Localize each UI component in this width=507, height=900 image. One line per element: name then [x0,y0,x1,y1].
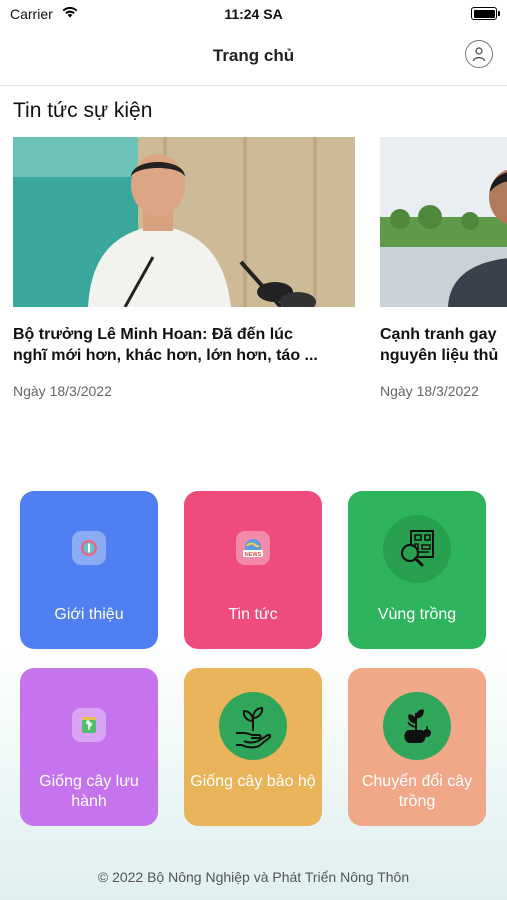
tile-tin-tuc[interactable]: NEWS Tin tức [184,491,322,649]
tile-label: Chuyển đổi cây trồng [361,773,473,810]
news-card[interactable]: Bộ trưởng Lê Minh Hoan: Đã đến lúc nghĩ … [13,137,355,399]
news-title: Bộ trưởng Lê Minh Hoan: Đã đến lúc nghĩ … [13,326,318,364]
tile-chuyen-doi-cay-trong[interactable]: Chuyển đổi cây trồng [348,668,486,826]
news-card[interactable]: Cạnh tranh gay nguyên liệu thủ Ngày 18/3… [380,137,507,399]
page-title: Trang chủ [212,46,295,65]
news-section-title: Tin tức sự kiện [13,99,153,122]
news-image [13,137,355,307]
tile-gioi-thieu[interactable]: Giới thiệu [20,491,158,649]
news-date: Ngày 18/3/2022 [380,383,479,399]
info-icon [72,531,106,565]
user-icon [472,47,486,62]
profile-button[interactable] [465,40,493,68]
plant-hand-icon [219,692,287,760]
tile-giong-cay-luu-hanh[interactable]: Giống cây lưu hành [20,668,158,826]
tile-label: Tin tức [228,606,278,623]
news-carousel[interactable]: Bộ trưởng Lê Minh Hoan: Đã đến lúc nghĩ … [13,137,507,417]
seed-bag-icon [72,708,106,742]
svg-text:NEWS: NEWS [245,552,262,558]
status-bar: Carrier 11:24 SA [0,0,507,30]
tile-giong-cay-bao-ho[interactable]: Giống cây bảo hộ [184,668,322,826]
news-title: Cạnh tranh gay nguyên liệu thủ [380,326,499,364]
clock: 11:24 SA [224,6,283,22]
news-icon: NEWS [236,531,270,565]
tile-label: Giống cây lưu hành [39,773,139,810]
map-search-icon [383,515,451,583]
tile-label: Vùng trồng [377,606,457,623]
footer-copyright: © 2022 Bộ Nông Nghiệp và Phát Triển Nông… [97,869,410,885]
navigation-bar: Trang chủ [0,30,507,86]
tile-vung-trong[interactable]: Vùng trồng [348,491,486,649]
tile-label: Giới thiệu [54,606,124,623]
news-image [380,137,507,307]
tile-label: Giống cây bảo hộ [190,773,316,790]
news-date: Ngày 18/3/2022 [13,383,112,399]
plant-convert-icon [383,692,451,760]
battery-icon [471,7,500,20]
